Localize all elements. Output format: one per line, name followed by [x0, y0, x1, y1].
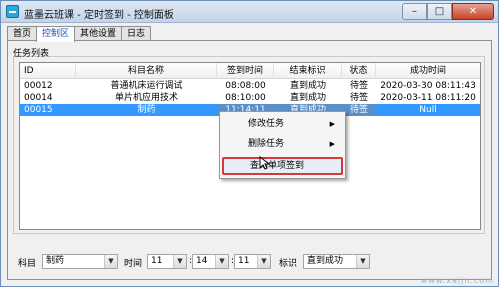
cell-state: 待签 — [349, 93, 368, 103]
cell-time: 08:10:00 — [225, 93, 266, 103]
cell-name: 制药 — [137, 105, 156, 115]
cell-id: 00014 — [24, 93, 53, 103]
cell-done: Null — [419, 105, 437, 115]
cell-done: 2020-03-30 08:11:43 — [380, 81, 476, 91]
subject-select[interactable]: 制药 ▼ — [42, 254, 118, 269]
maximize-button[interactable]: □ — [427, 3, 452, 20]
window-title: 蓝墨云班课 - 定时签到 - 控制面板 — [24, 10, 174, 21]
cell-end: 直到成功 — [289, 93, 326, 103]
cell-id: 00015 — [24, 105, 53, 115]
subject-value: 制药 — [46, 256, 65, 266]
hour-value: 11 — [151, 256, 163, 266]
menu-item-label: 删除任务 — [248, 139, 285, 149]
context-menu: 修改任务 ▶ 删除任务 ▶ 查询单项签到 — [219, 111, 346, 179]
cell-state: 待签 — [349, 81, 368, 91]
mouse-cursor-icon — [259, 156, 271, 170]
column-header-end[interactable]: 结束标识 — [274, 63, 342, 79]
flag-label: 标识 — [279, 259, 298, 269]
flag-value: 直到成功 — [307, 256, 344, 266]
minute-value: 14 — [196, 256, 208, 266]
menu-item-delete-task[interactable]: 删除任务 ▶ — [222, 135, 343, 153]
task-group-label: 任务列表 — [13, 49, 50, 59]
chevron-down-icon[interactable]: ▼ — [104, 255, 117, 268]
window-controls: – □ ✕ — [402, 3, 494, 20]
chevron-down-icon[interactable]: ▼ — [215, 255, 228, 268]
hour-select[interactable]: 11 ▼ — [147, 254, 187, 269]
cell-done: 2020-03-11 08:11:20 — [380, 93, 476, 103]
tab-home[interactable]: 首页 — [7, 26, 38, 41]
chevron-down-icon[interactable]: ▼ — [257, 255, 270, 268]
menu-item-edit-task[interactable]: 修改任务 ▶ — [222, 115, 343, 133]
cell-time: 08:08:00 — [225, 81, 266, 91]
minimize-button[interactable]: – — [402, 3, 427, 20]
tab-control[interactable]: 控制区 — [36, 26, 76, 42]
cell-end: 直到成功 — [289, 81, 326, 91]
menu-item-query-signin[interactable]: 查询单项签到 — [222, 157, 343, 175]
chevron-down-icon[interactable]: ▼ — [356, 255, 369, 268]
table-row[interactable]: 00012 普通机床运行调试 08:08:00 直到成功 待签 2020-03-… — [20, 80, 480, 92]
second-select[interactable]: 11 ▼ — [234, 254, 271, 269]
title-bar[interactable]: 蓝墨云班课 - 定时签到 - 控制面板 – □ ✕ — [1, 1, 498, 23]
close-button[interactable]: ✕ — [452, 3, 494, 20]
tab-other-settings[interactable]: 其他设置 — [74, 26, 123, 41]
second-value: 11 — [238, 256, 250, 266]
cell-name: 单片机应用技术 — [114, 93, 178, 103]
menu-item-label: 修改任务 — [248, 119, 285, 129]
column-header-done[interactable]: 成功时间 — [376, 63, 480, 79]
cell-state: 待签 — [342, 104, 376, 116]
flag-select[interactable]: 直到成功 ▼ — [303, 254, 370, 269]
cell-id: 00012 — [24, 81, 53, 91]
app-icon — [6, 5, 19, 18]
tab-log[interactable]: 日志 — [121, 26, 152, 41]
app-window: 蓝墨云班课 - 定时签到 - 控制面板 – □ ✕ 首页 控制区 其他设置 日志… — [0, 0, 499, 287]
task-list-header: ID 科目名称 签到时间 结束标识 状态 成功时间 — [20, 63, 480, 79]
column-header-time[interactable]: 签到时间 — [217, 63, 274, 79]
time-label: 时间 — [124, 259, 143, 269]
column-header-name[interactable]: 科目名称 — [76, 63, 217, 79]
column-header-state[interactable]: 状态 — [342, 63, 376, 79]
tab-strip: 首页 控制区 其他设置 日志 — [7, 26, 152, 42]
subject-label: 科目 — [18, 259, 37, 269]
cell-name: 普通机床运行调试 — [110, 81, 183, 91]
submenu-arrow-icon: ▶ — [329, 120, 335, 128]
submenu-arrow-icon: ▶ — [329, 140, 335, 148]
table-row[interactable]: 00014 单片机应用技术 08:10:00 直到成功 待签 2020-03-1… — [20, 92, 480, 104]
minute-select[interactable]: 14 ▼ — [192, 254, 229, 269]
watermark: www.xajjn.com — [420, 276, 494, 285]
chevron-down-icon[interactable]: ▼ — [173, 255, 186, 268]
column-header-id[interactable]: ID — [20, 63, 76, 79]
